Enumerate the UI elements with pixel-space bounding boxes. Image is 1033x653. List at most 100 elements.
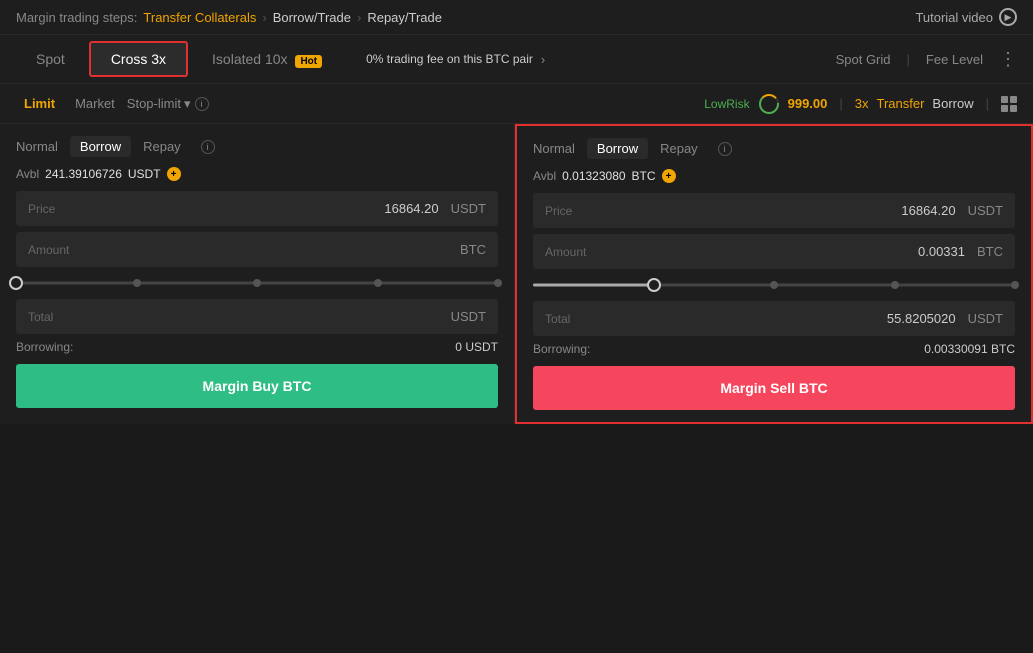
sell-borrowing-label: Borrowing: — [533, 342, 590, 356]
sell-total-input[interactable]: Total 55.8205020 USDT — [533, 301, 1015, 336]
buy-slider[interactable] — [16, 275, 498, 291]
buy-price-label: Price — [28, 202, 55, 216]
buy-avbl-value: 241.39106726 — [45, 167, 122, 181]
order-type-limit[interactable]: Limit — [16, 92, 63, 115]
buy-mode-normal[interactable]: Normal — [16, 137, 58, 156]
more-options-button[interactable]: ⋮ — [999, 49, 1017, 70]
sell-price-unit: USDT — [968, 203, 1003, 218]
buy-slider-tick-50 — [253, 279, 261, 287]
buy-slider-tick-75 — [374, 279, 382, 287]
buy-avbl-label: Avbl — [16, 167, 39, 181]
tutorial-label: Tutorial video — [915, 10, 993, 25]
sell-borrowing-row: Borrowing: 0.00330091 BTC — [533, 342, 1015, 356]
sell-slider-tick-50 — [770, 281, 778, 289]
sell-avbl-unit: BTC — [632, 169, 656, 183]
order-type-row: Limit Market Stop-limit ▾ i LowRisk 999.… — [0, 84, 1033, 124]
buy-price-input[interactable]: Price 16864.20 USDT — [16, 191, 498, 226]
sell-mode-tabs: Normal Borrow Repay i — [533, 138, 1015, 159]
sell-price-label: Price — [545, 204, 572, 218]
sell-amount-value: 0.00331 — [918, 244, 965, 259]
sell-slider-tick-100 — [1011, 281, 1019, 289]
sell-slider-fill — [533, 284, 654, 287]
sell-borrowing-value: 0.00330091 BTC — [924, 342, 1015, 356]
buy-panel: Normal Borrow Repay i Avbl 241.39106726 … — [0, 124, 515, 424]
sell-avbl-add-button[interactable]: + — [662, 169, 676, 183]
spot-grid-link[interactable]: Spot Grid — [836, 52, 891, 67]
risk-score: 999.00 — [788, 96, 828, 111]
buy-mode-info-icon[interactable]: i — [201, 140, 215, 154]
sell-avbl-label: Avbl — [533, 169, 556, 183]
buy-amount-input[interactable]: Amount BTC — [16, 232, 498, 267]
sell-panel: Normal Borrow Repay i Avbl 0.01323080 BT… — [515, 124, 1033, 424]
order-type-stop-limit[interactable]: Stop-limit ▾ — [127, 96, 191, 112]
breadcrumb-bar: Margin trading steps: Transfer Collatera… — [0, 0, 1033, 35]
fee-level-link[interactable]: Fee Level — [926, 52, 983, 67]
sell-mode-info-icon[interactable]: i — [718, 142, 732, 156]
buy-total-input[interactable]: Total USDT — [16, 299, 498, 334]
trading-panels: Normal Borrow Repay i Avbl 241.39106726 … — [0, 124, 1033, 424]
buy-price-unit: USDT — [451, 201, 486, 216]
order-types: Limit Market Stop-limit ▾ i — [16, 92, 209, 115]
sell-mode-borrow[interactable]: Borrow — [587, 138, 648, 159]
sell-price-value: 16864.20 — [901, 203, 955, 218]
breadcrumb-sep2: › — [357, 10, 361, 25]
sell-total-label: Total — [545, 312, 570, 326]
buy-avbl-add-button[interactable]: + — [167, 167, 181, 181]
grid-view-icon[interactable] — [1001, 96, 1017, 112]
risk-area: LowRisk 999.00 | 3x Transfer Borrow | — [704, 93, 1017, 115]
tab-spot[interactable]: Spot — [16, 43, 85, 75]
sell-price-input[interactable]: Price 16864.20 USDT — [533, 193, 1015, 228]
sell-avbl-row: Avbl 0.01323080 BTC + — [533, 169, 1015, 183]
margin-buy-button[interactable]: Margin Buy BTC — [16, 364, 498, 408]
tab-cross[interactable]: Cross 3x — [89, 41, 188, 77]
margin-sell-button[interactable]: Margin Sell BTC — [533, 366, 1015, 410]
buy-total-label: Total — [28, 310, 53, 324]
hot-badge: Hot — [295, 55, 322, 68]
sell-slider[interactable] — [533, 277, 1015, 293]
risk-gauge-icon — [758, 93, 780, 115]
promo-area: 0% trading fee on this BTC pair › — [366, 52, 831, 67]
buy-avbl-row: Avbl 241.39106726 USDT + — [16, 167, 498, 181]
buy-amount-label: Amount — [28, 243, 69, 257]
buy-borrowing-row: Borrowing: 0 USDT — [16, 340, 498, 354]
right-tabs: Spot Grid | Fee Level ⋮ — [836, 49, 1017, 70]
sell-avbl-value: 0.01323080 — [562, 169, 625, 183]
tab-isolated[interactable]: Isolated 10x Hot — [192, 43, 342, 75]
breadcrumb-step1[interactable]: Transfer Collaterals — [143, 10, 256, 25]
promo-text: 0% trading fee on this BTC pair — [366, 52, 533, 66]
breadcrumb: Margin trading steps: Transfer Collatera… — [16, 10, 442, 25]
sell-slider-thumb[interactable] — [647, 278, 661, 292]
tutorial-play-icon: ▶ — [999, 8, 1017, 26]
sell-amount-unit: BTC — [977, 244, 1003, 259]
buy-borrowing-label: Borrowing: — [16, 340, 73, 354]
buy-slider-thumb[interactable] — [9, 276, 23, 290]
buy-total-unit: USDT — [451, 309, 486, 324]
promo-arrow[interactable]: › — [541, 52, 545, 67]
tutorial-video-button[interactable]: Tutorial video ▶ — [915, 8, 1017, 26]
risk-label: LowRisk — [704, 97, 749, 111]
breadcrumb-step3[interactable]: Repay/Trade — [367, 10, 442, 25]
buy-slider-tick-100 — [494, 279, 502, 287]
transfer-link[interactable]: Transfer — [877, 96, 925, 111]
order-type-info-icon[interactable]: i — [195, 97, 209, 111]
multiplier-label: 3x — [855, 96, 869, 111]
buy-mode-tabs: Normal Borrow Repay i — [16, 136, 498, 157]
buy-amount-unit: BTC — [460, 242, 486, 257]
buy-price-value: 16864.20 — [384, 201, 438, 216]
buy-borrowing-value: 0 USDT — [455, 340, 498, 354]
breadcrumb-step2[interactable]: Borrow/Trade — [273, 10, 351, 25]
borrow-link[interactable]: Borrow — [932, 96, 973, 111]
sell-mode-normal[interactable]: Normal — [533, 139, 575, 158]
buy-avbl-unit: USDT — [128, 167, 161, 181]
sell-total-value: 55.8205020 — [887, 311, 956, 326]
main-tab-row: Spot Cross 3x Isolated 10x Hot 0% tradin… — [0, 35, 1033, 84]
sell-slider-tick-75 — [891, 281, 899, 289]
breadcrumb-sep1: › — [262, 10, 266, 25]
buy-mode-borrow[interactable]: Borrow — [70, 136, 131, 157]
order-type-market[interactable]: Market — [67, 92, 123, 115]
sell-amount-input[interactable]: Amount 0.00331 BTC — [533, 234, 1015, 269]
sell-total-unit: USDT — [968, 311, 1003, 326]
breadcrumb-prefix: Margin trading steps: — [16, 10, 137, 25]
sell-mode-repay[interactable]: Repay — [660, 139, 698, 158]
buy-mode-repay[interactable]: Repay — [143, 137, 181, 156]
